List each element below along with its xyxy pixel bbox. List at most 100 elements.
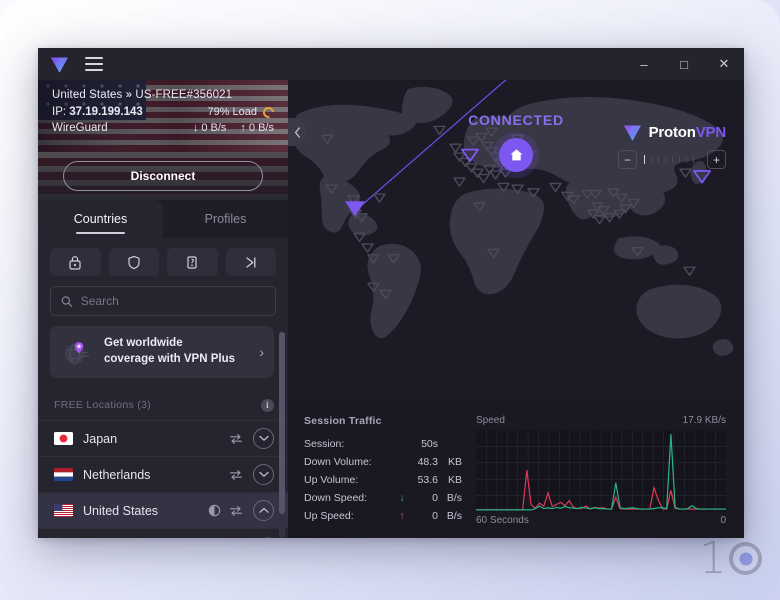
stat-value: 0 — [432, 492, 438, 504]
brand-vpn-text: VPN — [695, 124, 726, 141]
list-item[interactable]: Japan — [38, 420, 288, 456]
upload-speed-value: 0 B/s — [248, 122, 274, 134]
stat-value: 0 — [432, 510, 438, 522]
brand-proton-text: Proton — [648, 124, 696, 141]
upload-arrow-icon: ↑ — [399, 510, 405, 522]
stat-label: Up Speed: — [304, 510, 354, 522]
list-item[interactable]: Netherlands — [38, 456, 288, 492]
search-icon — [61, 295, 73, 307]
swap-icon[interactable] — [229, 505, 243, 517]
country-name: United States — [83, 503, 159, 518]
zoom-tick — [679, 156, 680, 163]
download-speed-value: 0 B/s — [201, 122, 227, 134]
map-zoom-controls: − + — [618, 150, 726, 169]
disconnect-area: Disconnect — [38, 152, 288, 200]
zoom-tick — [658, 156, 659, 163]
lock-icon — [69, 255, 81, 270]
stat-label: Up Volume: — [304, 474, 359, 486]
ip-value: 37.19.199.143 — [69, 106, 143, 118]
stat-row-up-speed: Up Speed: ↑ 0 B/s — [304, 508, 462, 524]
watermark-digit-zero — [729, 542, 762, 575]
zoom-tick-current — [644, 155, 645, 164]
stat-row-up-volume: Up Volume: 53.6 KB — [304, 472, 462, 488]
zoom-out-button[interactable]: − — [618, 150, 637, 169]
collapse-chevron-up-icon[interactable] — [253, 500, 274, 521]
speed-graph-plot — [476, 430, 726, 512]
load-ring-icon — [260, 104, 277, 120]
stat-row-down-speed: Down Speed: ↓ 0 B/s — [304, 490, 462, 506]
streaming-button[interactable] — [225, 248, 276, 276]
download-arrow-icon: ↓ — [399, 492, 405, 504]
promo-line-2: coverage with VPN Plus — [104, 353, 236, 365]
stat-unit: KB — [447, 474, 462, 486]
feature-filter-row — [38, 238, 288, 282]
promo-line-1: Get worldwide — [104, 337, 183, 350]
sidebar-scrollbar[interactable] — [279, 332, 285, 538]
stat-row-session: Session: 50s — [304, 436, 462, 452]
zoom-tick — [651, 156, 652, 163]
stat-unit: KB — [447, 456, 462, 468]
flag-netherlands-icon — [54, 468, 73, 481]
list-item[interactable]: United States — [38, 492, 288, 528]
swap-icon[interactable] — [229, 433, 243, 445]
tab-profiles[interactable]: Profiles — [163, 200, 288, 238]
server-load: 79% Load — [207, 104, 277, 120]
p2p-button[interactable] — [167, 248, 218, 276]
scrollbar-thumb[interactable] — [279, 332, 285, 514]
home-server-pin[interactable] — [499, 138, 533, 172]
swap-icon[interactable] — [229, 469, 243, 481]
expand-chevron-down-icon[interactable] — [253, 464, 274, 485]
zoom-slider[interactable] — [641, 155, 703, 164]
connection-header: United States » US-FREE#356021 IP: 37.19… — [38, 80, 288, 152]
locations-list[interactable]: Get worldwide coverage with VPN Plus › F… — [38, 326, 288, 538]
upload-speed: ↑ 0 B/s — [240, 122, 274, 134]
chevron-left-icon — [294, 126, 300, 138]
vpn-plus-promo-banner[interactable]: Get worldwide coverage with VPN Plus › — [50, 326, 274, 378]
section-free-locations: FREE Locations (3) i — [38, 390, 288, 420]
stat-row-down-volume: Down Volume: 48.3 KB — [304, 454, 462, 470]
search-area — [38, 282, 288, 326]
sidebar: United States » US-FREE#356021 IP: 37.19… — [38, 80, 288, 538]
section-label: FREE Locations (3) — [54, 399, 152, 411]
section-label: FREE Servers (47) — [54, 538, 148, 539]
shield-icon — [128, 255, 140, 269]
proton-logo-icon — [50, 56, 69, 73]
stat-value: 50s — [421, 438, 438, 450]
minimize-button[interactable]: – — [624, 48, 664, 80]
search-input[interactable] — [80, 294, 265, 308]
secure-core-button[interactable] — [50, 248, 101, 276]
search-box[interactable] — [50, 286, 276, 316]
disconnect-button[interactable]: Disconnect — [63, 161, 263, 191]
section-free-servers: FREE Servers (47) i — [38, 528, 288, 538]
expand-chevron-down-icon[interactable] — [253, 428, 274, 449]
maximize-button[interactable]: □ — [664, 48, 704, 80]
session-traffic-title: Session Traffic — [304, 415, 382, 427]
upload-arrow-icon: ↑ — [240, 122, 246, 134]
p2p-indicator-icon — [208, 504, 221, 517]
stats-panel: Session Traffic Session: 50s Down Volume… — [288, 401, 744, 538]
download-arrow-icon: ↓ — [192, 122, 199, 134]
graph-title: Speed — [476, 415, 505, 426]
tab-countries[interactable]: Countries — [38, 200, 163, 238]
protonvpn-brand: ProtonVPN — [623, 124, 726, 141]
flag-united-states-icon — [54, 504, 73, 517]
protocol-label: WireGuard — [52, 122, 108, 134]
zoom-in-button[interactable]: + — [707, 150, 726, 169]
title-bar: – □ ✕ — [38, 48, 744, 80]
graph-max-label: 17.9 KB/s — [682, 415, 726, 426]
zoom-tick — [686, 156, 687, 163]
zoom-tick — [693, 156, 694, 163]
zoom-tick — [672, 156, 673, 163]
netshield-button[interactable] — [108, 248, 159, 276]
info-icon[interactable]: i — [261, 398, 274, 412]
skip-forward-icon — [246, 256, 256, 268]
windows-10-watermark: 1 — [699, 533, 762, 584]
hamburger-menu-icon[interactable] — [85, 57, 103, 71]
world-map[interactable]: CONNECTED ProtonVPN − + — [288, 80, 744, 401]
flag-japan-icon — [54, 432, 73, 445]
server-load-text: 79% Load — [207, 106, 257, 118]
close-button[interactable]: ✕ — [704, 48, 744, 80]
country-name: Japan — [83, 431, 118, 446]
info-icon[interactable]: i — [261, 537, 274, 538]
graph-x-label: 60 Seconds — [476, 515, 529, 526]
